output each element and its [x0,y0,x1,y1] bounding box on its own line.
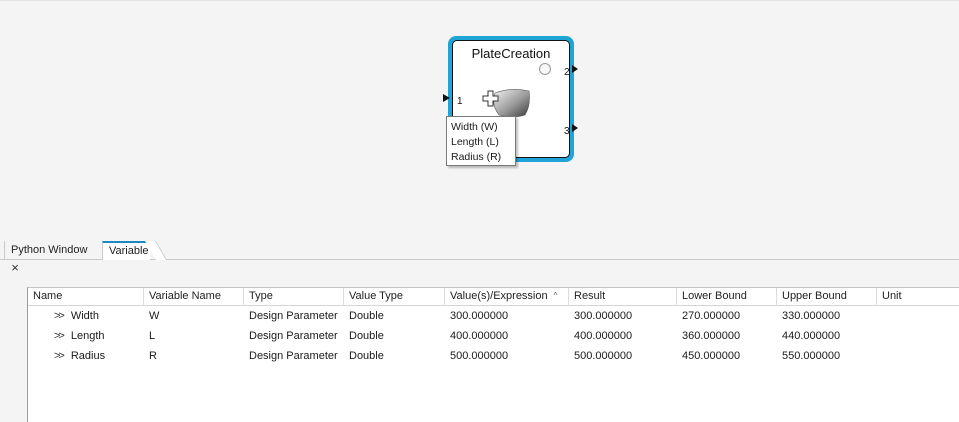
variable-name-cell[interactable]: W [144,306,244,326]
type-cell[interactable]: Design Parameter [244,326,344,346]
upper-bound-cell[interactable]: 550.000000 [777,346,877,366]
table-header: Name Variable Name Type Value Type Value… [28,288,959,306]
column-header-name[interactable]: Name [28,288,144,306]
expand-icon[interactable]: >> [54,330,65,342]
panel-tabbar: Python Window Variable [0,238,959,260]
column-header-value-type[interactable]: Value Type [344,288,445,306]
tab-variable[interactable]: Variable [102,241,150,260]
variable-name-cell[interactable]: R [144,346,244,366]
workflow-canvas[interactable]: PlateCreation 1 2 3 Width (W) Length (L)… [0,0,959,238]
table-row[interactable]: >> Width W Design Parameter Double 300.00… [28,306,959,326]
column-header-variable-name[interactable]: Variable Name [144,288,244,306]
name-value: Width [70,310,99,322]
expand-icon[interactable]: >> [54,350,65,362]
unit-cell[interactable] [877,346,959,366]
tab-python-window[interactable]: Python Window [4,241,100,260]
lower-bound-cell[interactable]: 270.000000 [677,306,777,326]
output-port-top-label: 2 [564,67,570,78]
sort-ascending-icon: ^ [553,291,558,300]
unit-cell[interactable] [877,306,959,326]
name-value: Length [70,330,105,342]
output-port-top-arrow[interactable] [572,65,578,73]
variables-table: Name Variable Name Type Value Type Value… [27,287,959,422]
tooltip-line: Width (W) [451,121,498,133]
table-row[interactable]: >> Length L Design Parameter Double 400.0… [28,326,959,346]
close-icon[interactable]: × [9,261,21,274]
type-cell[interactable]: Design Parameter [244,306,344,326]
unit-cell[interactable] [877,326,959,346]
upper-bound-cell[interactable]: 440.000000 [777,326,877,346]
name-cell[interactable]: >> Radius [28,346,144,366]
block-title: PlateCreation [471,46,551,61]
input-port-arrow[interactable] [443,94,450,102]
output-port-bottom-arrow[interactable] [572,124,578,132]
expression-cell[interactable]: 400.000000 [445,326,569,346]
column-header-upper-bound[interactable]: Upper Bound [777,288,877,306]
expression-cell[interactable]: 500.000000 [445,346,569,366]
column-header-unit[interactable]: Unit [877,288,959,306]
result-cell: 500.000000 [574,350,633,362]
variables-tooltip: Width (W) Length (L) Radius (R) [446,116,516,166]
lower-bound-cell[interactable]: 360.000000 [677,326,777,346]
name-cell[interactable]: >> Width [28,306,144,326]
tab-variable-label: Variable [109,245,149,257]
value-type-cell[interactable]: Double [344,326,445,346]
variable-name-cell[interactable]: L [144,326,244,346]
column-header-value-expression-label: Value(s)/Expression [450,290,548,302]
value-type-cell[interactable]: Double [344,306,445,326]
tooltip-line: Radius (R) [451,151,502,163]
table-row[interactable]: >> Radius R Design Parameter Double 500.0… [28,346,959,366]
column-header-lower-bound[interactable]: Lower Bound [677,288,777,306]
output-port-bottom-label: 3 [564,126,570,137]
upper-bound-cell[interactable]: 330.000000 [777,306,877,326]
column-header-value-expression[interactable]: Value(s)/Expression ^ [445,288,569,306]
column-header-result[interactable]: Result [569,288,677,306]
input-port-label: 1 [457,96,463,107]
expression-cell[interactable]: 300.000000 [445,306,569,326]
name-value: Radius [70,350,106,362]
expand-icon[interactable]: >> [54,310,65,322]
tooltip-line: Length (L) [451,136,499,148]
name-cell[interactable]: >> Length [28,326,144,346]
result-cell: 400.000000 [574,330,633,342]
status-indicator-icon [539,63,551,75]
value-type-cell[interactable]: Double [344,346,445,366]
app-root: PlateCreation 1 2 3 Width (W) Length (L)… [0,0,959,422]
column-header-type[interactable]: Type [244,288,344,306]
result-cell: 300.000000 [574,310,633,322]
lower-bound-cell[interactable]: 450.000000 [677,346,777,366]
type-cell[interactable]: Design Parameter [244,346,344,366]
